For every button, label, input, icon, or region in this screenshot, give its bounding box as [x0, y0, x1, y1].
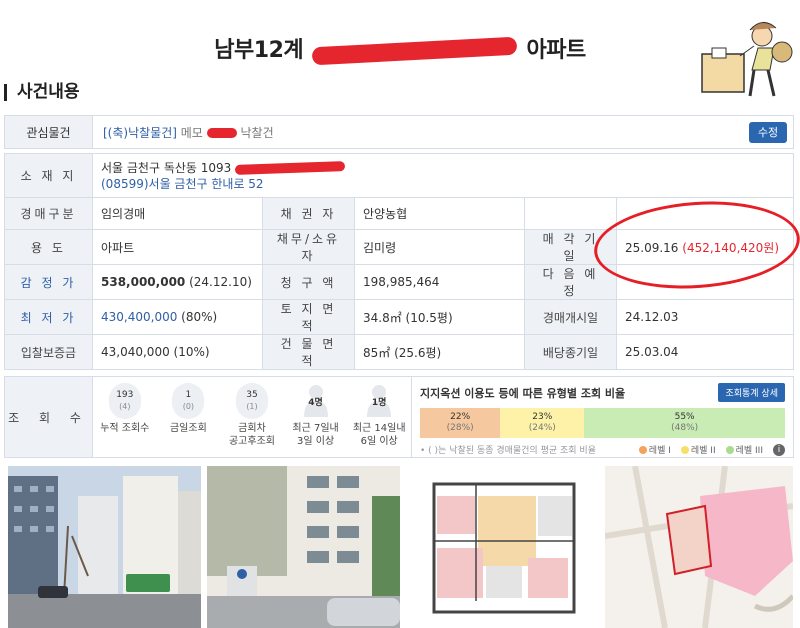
creditor-value: 안양농협 — [354, 197, 525, 230]
deposit-label: 입찰보증금 — [4, 334, 93, 370]
photo-gallery — [8, 466, 800, 628]
views-label: 조 회 수 — [5, 377, 93, 457]
empty-cell — [524, 197, 617, 230]
ratio-title: 지지옥션 이용도 등에 따른 유형별 조회 비율 — [420, 386, 626, 400]
auction-type-label: 경매구분 — [4, 197, 93, 230]
auction-type-value: 임의경매 — [92, 197, 263, 230]
dividend-deadline-value: 25.03.04 — [616, 334, 794, 370]
next-schedule-value — [616, 264, 794, 300]
location-map[interactable] — [605, 466, 793, 628]
deposit-value: 43,040,000 (10%) — [92, 334, 263, 370]
ratio-note: • ( )는 낙찰된 동종 경매물건의 평균 조회 비율 — [420, 446, 596, 456]
empty-cell — [616, 197, 794, 230]
view-ratio-panel: 지지옥션 이용도 등에 따른 유형별 조회 비율 조회통계 상세 22% (28%… — [411, 377, 793, 457]
watch-value: [(축)낙찰물건] 메모 낙찰건 — [93, 124, 749, 141]
redaction-mark — [311, 36, 518, 66]
dividend-deadline-label: 배당종기일 — [524, 334, 617, 370]
legend-item-2: 레벨 II — [680, 443, 716, 456]
section-title: 사건내용 — [4, 84, 80, 101]
view-count-section: 조 회 수 193 (4) 누적 조회수 1 (0) 금일조회 35 (1) 금회차 … — [4, 376, 794, 458]
stat-14days: 1명 최근 14일내 6일 이상 — [350, 383, 408, 448]
bidder-illustration — [701, 22, 793, 97]
sale-date-value: 25.09.16 (452,140,420원) — [616, 229, 794, 265]
land-area-value: 34.8㎡ (10.5평) — [354, 299, 525, 335]
stat-total: 193 (4) 누적 조회수 — [96, 383, 154, 435]
redaction-mark — [234, 161, 346, 175]
edit-button[interactable]: 수정 — [749, 121, 787, 143]
address-line1: 서울 금천구 독산동 1093 — [101, 160, 232, 175]
info-icon[interactable]: i — [773, 443, 785, 456]
ratio-segment-3: 55% (48%) — [584, 408, 785, 438]
stat-7days: 4명 최근 7일내 3일 이상 — [287, 383, 345, 448]
exterior-photo-2[interactable] — [207, 466, 400, 628]
address-line2[interactable]: (08599)서울 금천구 한내로 52 — [101, 177, 264, 191]
building-area-value: 85㎡ (25.6평) — [354, 334, 525, 370]
ratio-legend: 레벨 I 레벨 II 레벨 III i — [638, 443, 785, 456]
usage-label: 용 도 — [4, 229, 93, 265]
page-title: 남부12계 아파트 — [0, 32, 800, 66]
redaction-mark — [206, 128, 237, 138]
debtor-value: 김미령 — [354, 229, 525, 265]
auction-start-label: 경매개시일 — [524, 299, 617, 335]
next-schedule-label: 다 음 예 정 — [524, 264, 617, 300]
sale-price: (452,140,420원) — [682, 240, 780, 255]
creditor-label: 채 권 자 — [262, 197, 355, 230]
stat-today: 1 (0) 금일조회 — [159, 383, 217, 435]
exterior-photo-1[interactable] — [8, 466, 201, 628]
stats-detail-button[interactable]: 조회통계 상세 — [718, 383, 785, 402]
building-area-label: 건 물 면 적 — [262, 334, 355, 370]
legend-item-1: 레벨 I — [638, 443, 671, 456]
claim-value: 198,985,464 — [354, 264, 525, 300]
min-price-label: 최 저 가 — [4, 299, 93, 335]
location-value: 서울 금천구 독산동 1093 (08599)서울 금천구 한내로 52 — [92, 153, 794, 198]
floor-plan[interactable] — [406, 466, 599, 628]
property-type-title: 아파트 — [526, 38, 586, 63]
case-court: 남부12계 — [214, 38, 304, 63]
person-icon: 1명 — [363, 383, 395, 419]
legend-item-3: 레벨 III — [725, 443, 763, 456]
memo-label: 메모 — [180, 125, 203, 140]
debtor-label: 채무/소유자 — [262, 229, 355, 265]
claim-label: 청 구 액 — [262, 264, 355, 300]
ratio-bar: 22% (28%) 23% (24%) 55% (48%) — [420, 408, 785, 438]
land-area-label: 토 지 면 적 — [262, 299, 355, 335]
watch-link[interactable]: [(축)낙찰물건] — [103, 126, 177, 140]
case-info-table: 소 재 지 서울 금천구 독산동 1093 (08599)서울 금천구 한내로 … — [4, 153, 794, 370]
auction-start-value: 24.12.03 — [616, 299, 794, 335]
appraisal-value: 538,000,000 (24.12.10) — [92, 264, 263, 300]
watch-row: 관심물건 [(축)낙찰물건] 메모 낙찰건 수정 — [4, 115, 794, 149]
appraisal-label: 감 정 가 — [4, 264, 93, 300]
ratio-segment-2: 23% (24%) — [500, 408, 585, 438]
location-label: 소 재 지 — [4, 153, 93, 198]
ratio-segment-1: 22% (28%) — [420, 408, 501, 438]
usage-value: 아파트 — [92, 229, 263, 265]
watch-label: 관심물건 — [5, 116, 93, 148]
memo-text: 낙찰건 — [240, 125, 274, 140]
sale-date-label: 매 각 기 일 — [524, 229, 617, 265]
view-stats: 193 (4) 누적 조회수 1 (0) 금일조회 35 (1) 금회차 공고후조회 … — [93, 377, 411, 457]
person-icon: 4명 — [300, 383, 332, 419]
stat-since-notice: 35 (1) 금회차 공고후조회 — [223, 383, 281, 448]
min-price-value: 430,400,000 (80%) — [92, 299, 263, 335]
